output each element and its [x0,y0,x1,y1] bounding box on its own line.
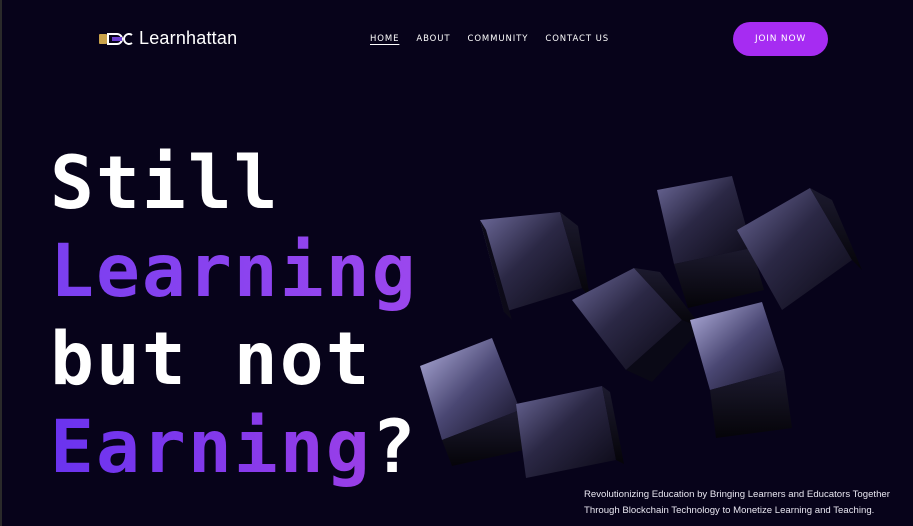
hero-tagline: Revolutionizing Education by Bringing Le… [584,487,904,519]
cube-6 [420,338,524,466]
landing-page: Learnhattan HOME ABOUT COMMUNITY CONTACT… [0,0,913,526]
brand-name: Learnhattan [139,28,238,48]
headline-line-but-not: but not [50,317,372,402]
nav-contact-us[interactable]: CONTACT US [545,34,609,44]
nav-about[interactable]: ABOUT [416,34,450,44]
tagline-line-1: Revolutionizing Education by Bringing Le… [584,489,890,500]
headline-line-still: Still [50,141,280,226]
headline-question-mark: ? [371,405,418,490]
cube-7 [516,386,624,478]
tagline-line-2: Through Blockchain Technology to Monetiz… [584,505,875,516]
headline-earning-word: Earning [50,405,372,490]
headline-line-learning: Learning [50,229,418,314]
nav-community[interactable]: COMMUNITY [468,34,529,44]
join-now-button[interactable]: JOIN NOW [733,22,828,56]
hero-headline: Still Learning but not Earning? [50,140,418,492]
headline-line-earning: Earning? [50,404,418,492]
cube-1 [480,212,590,320]
brand-logo[interactable]: Learnhattan [99,28,237,49]
nav-home[interactable]: HOME [370,34,399,44]
main-nav: HOME ABOUT COMMUNITY CONTACT US [370,34,609,44]
floating-cubes-illustration [420,176,862,478]
learnhattan-logo-icon [99,32,133,45]
cube-5 [690,302,792,438]
